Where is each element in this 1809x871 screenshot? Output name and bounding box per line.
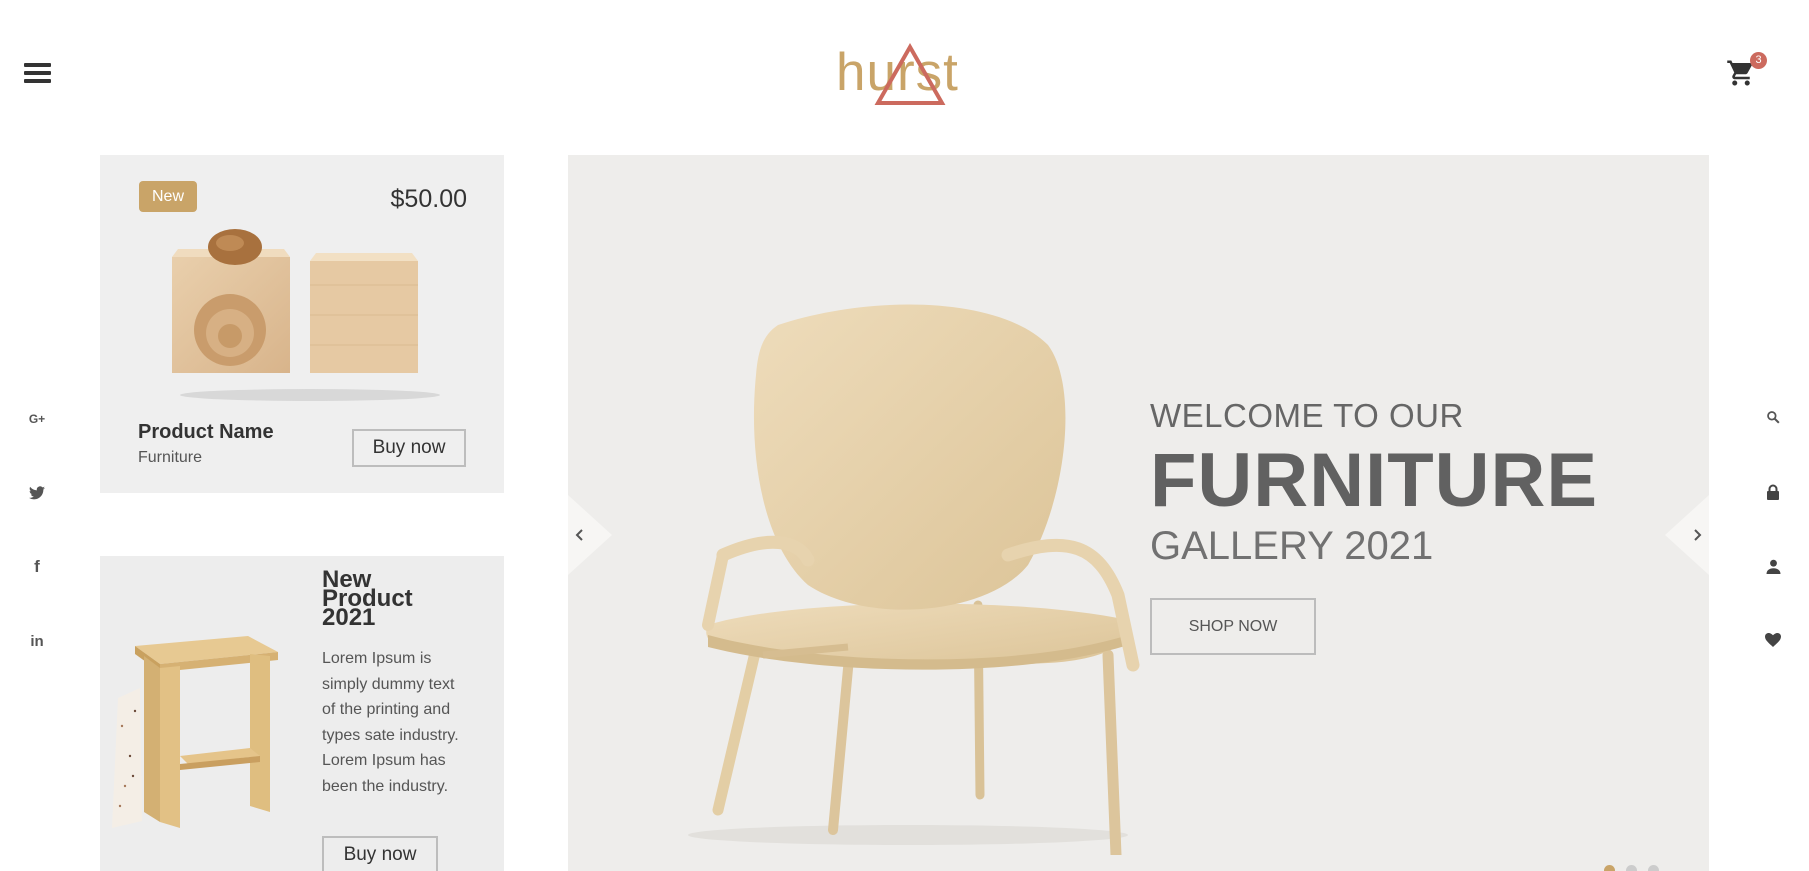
search-icon <box>1767 411 1780 424</box>
slider-next-button[interactable] <box>1665 495 1709 575</box>
new-badge: New <box>139 181 197 212</box>
promo-card: New Product 2021 Lorem Ipsum is simply d… <box>100 556 504 871</box>
twitter-glyph <box>29 486 45 500</box>
product-category: Furniture <box>138 449 203 466</box>
account-button[interactable] <box>1758 551 1788 581</box>
promo-title: New Product 2021 <box>322 566 413 631</box>
slider-dot-2[interactable] <box>1626 865 1637 871</box>
product-image <box>172 229 440 401</box>
hero-slider: WELCOME TO OUR FURNITURE GALLERY 2021 SH… <box>568 155 1709 871</box>
wishlist-button[interactable] <box>1758 625 1788 655</box>
product-name: Product Name <box>138 421 274 443</box>
heart-icon <box>1765 633 1781 647</box>
slider-dots <box>1604 865 1659 871</box>
facebook-glyph: f <box>34 557 40 576</box>
hero-gallery: GALLERY 2021 <box>1150 524 1434 568</box>
chair-image <box>688 304 1140 855</box>
twitter-icon[interactable] <box>22 478 52 508</box>
search-button[interactable] <box>1758 402 1788 432</box>
product-card: New $50.00 Product Name Furniture Buy no… <box>100 155 504 493</box>
promo-buy-now-button[interactable]: Buy now <box>322 836 438 871</box>
chevron-left-icon <box>568 495 612 575</box>
linkedin-icon[interactable]: in <box>22 626 52 656</box>
hero-text: WELCOME TO OUR FURNITURE GALLERY 2021 <box>1150 399 1598 566</box>
stool-image <box>112 636 278 828</box>
product-price: $50.00 <box>390 185 467 213</box>
lock-icon <box>1767 484 1779 500</box>
logo-triangle <box>874 42 946 105</box>
menu-icon[interactable] <box>24 63 51 83</box>
cart-count-badge: 3 <box>1750 52 1767 69</box>
slider-dot-3[interactable] <box>1648 865 1659 871</box>
logo[interactable]: hurst <box>836 40 972 110</box>
lock-button[interactable] <box>1758 477 1788 507</box>
shop-now-button[interactable]: SHOP NOW <box>1150 598 1316 655</box>
user-icon <box>1766 559 1780 574</box>
google-plus-icon[interactable]: G+ <box>22 404 52 434</box>
google-plus-glyph: G+ <box>28 412 46 426</box>
linkedin-glyph: in <box>30 632 44 650</box>
hero-title: FURNITURE <box>1150 438 1599 523</box>
hero-subtitle: WELCOME TO OUR <box>1150 397 1464 434</box>
buy-now-button[interactable]: Buy now <box>352 429 466 467</box>
slider-dot-1[interactable] <box>1604 865 1615 871</box>
facebook-icon[interactable]: f <box>22 552 52 582</box>
chevron-right-icon <box>1665 495 1709 575</box>
slider-prev-button[interactable] <box>568 495 612 575</box>
promo-description: Lorem Ipsum is simply dummy text of the … <box>322 650 459 795</box>
cart-button[interactable]: 3 <box>1726 52 1767 92</box>
